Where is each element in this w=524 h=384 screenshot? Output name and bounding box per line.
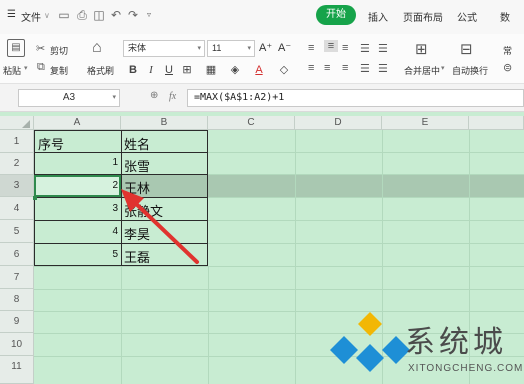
font-name-value: 宋体 (128, 43, 147, 53)
menu-bar: ☰ 文件 ∨ ▭ ⎙ ◫ ↶ ↷ ▿ 开始 插入 页面布局 公式 数 (0, 0, 524, 34)
merge-dropdown-icon[interactable]: ▾ (441, 64, 445, 72)
font-name-select[interactable]: 宋体 ▾ (123, 40, 205, 57)
fill-color-icon[interactable]: ◈ (228, 63, 242, 77)
align-right-icon[interactable]: ≡ (342, 62, 348, 74)
name-box-value: A3 (62, 92, 76, 103)
arrow-shaft (128, 196, 199, 264)
watermark-logo-icon (330, 312, 410, 372)
align-middle-icon[interactable]: ≡ (324, 40, 338, 52)
merge-center-icon[interactable]: ⊞ (415, 40, 428, 58)
paste-icon[interactable]: ▤ (7, 39, 25, 57)
tab-data[interactable]: 数 (500, 9, 510, 24)
undo-icon[interactable]: ↶ (109, 8, 123, 22)
paste-dropdown-icon[interactable]: ▾ (24, 64, 28, 72)
align-left-icon[interactable]: ≡ (308, 62, 314, 74)
font-size-value: 11 (212, 43, 222, 53)
formula-input[interactable]: =MAX($A$1:A2)+1 (187, 89, 524, 107)
tab-start[interactable]: 开始 (316, 5, 356, 25)
border-icon[interactable]: ⊞ (180, 63, 194, 77)
format-painter-icon[interactable]: ⌂ (92, 39, 102, 57)
print-icon[interactable]: ⎙ (75, 8, 89, 22)
cut-icon[interactable]: ✂ (36, 42, 45, 55)
percent-icon[interactable]: ⊜ (503, 61, 512, 74)
merge-center-button[interactable]: 合并居中 (404, 64, 440, 77)
tab-page-layout[interactable]: 页面布局 (403, 9, 443, 24)
copy-button[interactable]: 复制 (50, 64, 68, 77)
tab-formulas[interactable]: 公式 (457, 9, 477, 24)
watermark-text: 系统城 (405, 326, 507, 359)
indent-icon[interactable]: ☰ (360, 42, 370, 55)
font-grow-button[interactable]: A⁺ (259, 41, 272, 54)
underline-button[interactable]: U (162, 63, 176, 77)
bold-button[interactable]: B (126, 63, 140, 77)
formula-bar: A3 ▾ ⊕ fx =MAX($A$1:A2)+1 (0, 84, 524, 112)
file-menu[interactable]: 文件 (21, 9, 41, 24)
italic-button[interactable]: I (144, 63, 158, 77)
function-fx-icon[interactable]: fx (169, 91, 176, 102)
zoom-icon[interactable]: ⊕ (150, 90, 158, 101)
font-size-select[interactable]: 11 ▾ (207, 40, 255, 57)
number-format-select[interactable]: 常 (503, 44, 512, 57)
wrap-text-button[interactable]: 自动换行 (452, 64, 488, 77)
format-painter-button[interactable]: 格式刷 (87, 64, 114, 77)
cut-button[interactable]: 剪切 (50, 44, 68, 57)
hamburger-menu-icon[interactable]: ☰ (7, 9, 16, 20)
tab-insert[interactable]: 插入 (368, 9, 388, 24)
clear-format-icon[interactable]: ◇ (277, 63, 291, 77)
file-chevron-icon[interactable]: ∨ (44, 11, 50, 20)
font-shrink-button[interactable]: A⁻ (278, 41, 291, 54)
name-box[interactable]: A3 ▾ (18, 89, 120, 107)
spreadsheet-grid: A B C D E 1 2 3 4 5 6 7 8 9 10 11 序号 姓名 … (0, 112, 524, 384)
chevron-down-icon: ▾ (112, 94, 116, 101)
align-center-icon[interactable]: ≡ (324, 62, 330, 74)
distribute-icon[interactable]: ☰ (378, 62, 388, 75)
align-top-icon[interactable]: ≡ (308, 42, 314, 54)
align-bottom-icon[interactable]: ≡ (342, 42, 348, 54)
outdent-icon[interactable]: ☰ (378, 42, 388, 55)
copy-icon[interactable]: ⧉ (37, 61, 45, 74)
save-icon[interactable]: ▭ (57, 8, 71, 22)
font-color-button[interactable]: A (252, 63, 266, 77)
paste-button[interactable]: 粘贴 (3, 64, 21, 77)
cell-style-icon[interactable]: ▦ (204, 63, 218, 77)
print-preview-icon[interactable]: ◫ (92, 8, 106, 22)
watermark-url: XITONGCHENG.COM (408, 363, 524, 374)
ribbon-toolbar: ▤ 粘贴 ▾ ✂ 剪切 ⧉ 复制 ⌂ 格式刷 宋体 ▾ 11 ▾ A⁺ A⁻ B… (0, 34, 524, 84)
wrap-text-icon[interactable]: ⊟ (460, 40, 473, 58)
justify-icon[interactable]: ☰ (360, 62, 370, 75)
chevron-down-icon: ▾ (197, 45, 201, 52)
chevron-down-icon: ▾ (247, 45, 251, 52)
redo-icon[interactable]: ↷ (126, 8, 140, 22)
quick-access-more-icon[interactable]: ▿ (142, 8, 156, 22)
